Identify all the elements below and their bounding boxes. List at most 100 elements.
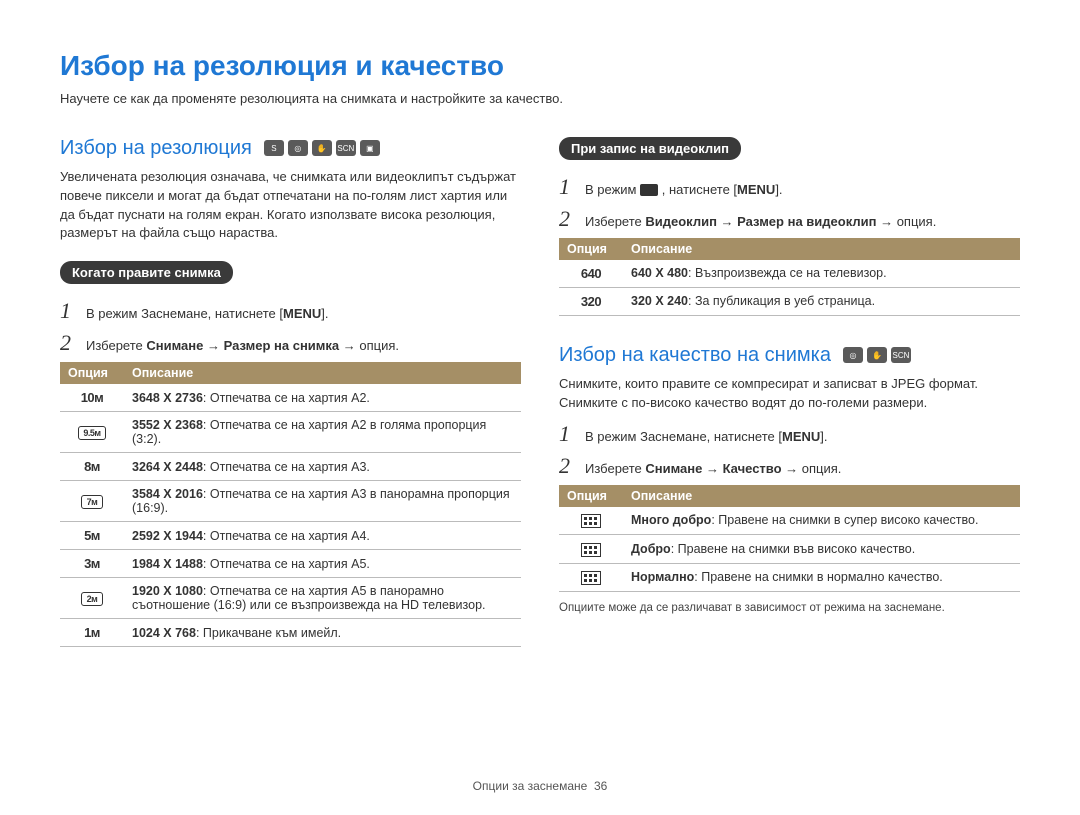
step-number: 2 xyxy=(60,330,76,356)
video-step-1: 1 В режим , натиснете [MENU]. xyxy=(559,174,1020,200)
step-body: В режим Заснемане, натиснете [MENU]. xyxy=(585,427,828,447)
section-quality-heading: Избор на качество на снимка ◎ ✋ SCN xyxy=(559,344,1020,367)
step-body: В режим , натиснете [MENU]. xyxy=(585,180,783,200)
table-row: 7ᴍ3584 X 2016: Отпечатва се на хартия A3… xyxy=(60,481,521,522)
text: , натиснете [ xyxy=(658,182,737,197)
th-option: Опция xyxy=(559,485,623,507)
menu-button-label: MENU xyxy=(782,429,820,444)
option-cell xyxy=(559,507,623,535)
quality-icon xyxy=(581,571,601,585)
description-cell: 320 X 240: За публикация в уеб страница. xyxy=(623,287,1020,315)
step-number: 2 xyxy=(559,453,575,479)
text: опция. xyxy=(802,461,842,476)
video-mode-label: При запис на видеоклип xyxy=(559,137,741,160)
option-cell: 640 xyxy=(559,260,623,288)
mode-icon-dual: ✋ xyxy=(867,347,887,363)
bold-path: Снимане → Качество → xyxy=(645,461,801,476)
step-body: В режим Заснемане, натиснете [MENU]. xyxy=(86,304,329,324)
section-quality-title: Избор на качество на снимка xyxy=(559,344,831,367)
description-cell: 2592 X 1944: Отпечатва се на хартия A4. xyxy=(124,522,521,550)
table-row: 10ᴍ3648 X 2736: Отпечатва се на хартия А… xyxy=(60,384,521,412)
option-cell xyxy=(559,535,623,564)
page-subtitle: Научете се как да променяте резолюцията … xyxy=(60,90,1020,109)
text: ]. xyxy=(820,429,827,444)
quality-table: Опция Описание Много добро: Правене на с… xyxy=(559,485,1020,593)
step-number: 2 xyxy=(559,206,575,232)
mode-icon-scene: SCN xyxy=(891,347,911,363)
table-row: Нормално: Правене на снимки в нормално к… xyxy=(559,563,1020,592)
movie-mode-icon xyxy=(640,184,658,196)
option-cell: 8ᴍ xyxy=(60,453,124,481)
th-option: Опция xyxy=(559,238,623,260)
table-row: Добро: Правене на снимки във високо каче… xyxy=(559,535,1020,564)
step-number: 1 xyxy=(60,298,76,324)
table-row: 9.5ᴍ3552 X 2368: Отпечатва се на хартия … xyxy=(60,412,521,453)
bold-path: Снимане → Размер на снимка → xyxy=(146,338,359,353)
step-number: 1 xyxy=(559,421,575,447)
table-row: 640640 X 480: Възпроизвежда се на телеви… xyxy=(559,260,1020,288)
text: В режим Заснемане, натиснете [ xyxy=(86,306,283,321)
quality-intro: Снимките, които правите се компресират и… xyxy=(559,375,1020,413)
th-option: Опция xyxy=(60,362,124,384)
text: ]. xyxy=(775,182,782,197)
option-cell: 10ᴍ xyxy=(60,384,124,412)
table-row: 8ᴍ3264 X 2448: Отпечатва се на хартия A3… xyxy=(60,453,521,481)
text: опция. xyxy=(359,338,399,353)
table-row: Много добро: Правене на снимки в супер в… xyxy=(559,507,1020,535)
description-cell: 1024 X 768: Прикачване към имейл. xyxy=(124,619,521,647)
text: Изберете xyxy=(585,214,645,229)
option-cell: 320 xyxy=(559,287,623,315)
option-cell xyxy=(559,563,623,592)
description-cell: 3264 X 2448: Отпечатва се на хартия A3. xyxy=(124,453,521,481)
text: ]. xyxy=(321,306,328,321)
right-column: При запис на видеоклип 1 В режим , натис… xyxy=(559,137,1020,647)
description-cell: 3584 X 2016: Отпечатва се на хартия A3 в… xyxy=(124,481,521,522)
th-description: Описание xyxy=(124,362,521,384)
quality-step-1: 1 В режим Заснемане, натиснете [MENU]. xyxy=(559,421,1020,447)
left-column: Избор на резолюция S ◎ ✋ SCN ▣ Увеличена… xyxy=(60,137,521,647)
mode-icon-scene: SCN xyxy=(336,140,356,156)
option-cell: 9.5ᴍ xyxy=(60,412,124,453)
description-cell: 3648 X 2736: Отпечатва се на хартия А2. xyxy=(124,384,521,412)
table-row: 5ᴍ2592 X 1944: Отпечатва се на хартия A4… xyxy=(60,522,521,550)
content-columns: Избор на резолюция S ◎ ✋ SCN ▣ Увеличена… xyxy=(60,137,1020,647)
text: Изберете xyxy=(86,338,146,353)
description-cell: 1920 X 1080: Отпечатва се на хартия A5 в… xyxy=(124,578,521,619)
text: В режим Заснемане, натиснете [ xyxy=(585,429,782,444)
page-title: Избор на резолюция и качество xyxy=(60,50,1020,82)
description-cell: Добро: Правене на снимки във високо каче… xyxy=(623,535,1020,564)
photo-resolution-table: Опция Описание 10ᴍ3648 X 2736: Отпечатва… xyxy=(60,362,521,647)
photo-step-2: 2 Изберете Снимане → Размер на снимка → … xyxy=(60,330,521,356)
mode-icons-group: S ◎ ✋ SCN ▣ xyxy=(264,140,380,156)
option-cell: 2ᴍ xyxy=(60,578,124,619)
table-row: 320320 X 240: За публикация в уеб страни… xyxy=(559,287,1020,315)
quality-icon xyxy=(581,514,601,528)
video-resolution-table: Опция Описание 640640 X 480: Възпроизвеж… xyxy=(559,238,1020,316)
page-footer: Опции за заснемане 36 xyxy=(0,779,1080,793)
description-cell: 3552 X 2368: Отпечатва се на хартия A2 в… xyxy=(124,412,521,453)
mode-icon-smart: S xyxy=(264,140,284,156)
option-cell: 5ᴍ xyxy=(60,522,124,550)
photo-mode-label: Когато правите снимка xyxy=(60,261,233,284)
mode-icon-program: ◎ xyxy=(288,140,308,156)
text: Изберете xyxy=(585,461,645,476)
description-cell: 640 X 480: Възпроизвежда се на телевизор… xyxy=(623,260,1020,288)
th-description: Описание xyxy=(623,485,1020,507)
section-resolution-heading: Избор на резолюция S ◎ ✋ SCN ▣ xyxy=(60,137,521,160)
text: опция. xyxy=(897,214,937,229)
photo-step-1: 1 В режим Заснемане, натиснете [MENU]. xyxy=(60,298,521,324)
description-cell: 1984 X 1488: Отпечатва се на хартия A5. xyxy=(124,550,521,578)
table-row: 2ᴍ1920 X 1080: Отпечатва се на хартия A5… xyxy=(60,578,521,619)
resolution-intro: Увеличената резолюция означава, че снимк… xyxy=(60,168,521,243)
video-step-2: 2 Изберете Видеоклип → Размер на видеокл… xyxy=(559,206,1020,232)
footer-page-number: 36 xyxy=(594,779,607,793)
option-cell: 3ᴍ xyxy=(60,550,124,578)
step-body: Изберете Снимане → Размер на снимка → оп… xyxy=(86,336,399,356)
text: В режим xyxy=(585,182,640,197)
mode-icons-group: ◎ ✋ SCN xyxy=(843,347,911,363)
table-row: 1ᴍ1024 X 768: Прикачване към имейл. xyxy=(60,619,521,647)
step-body: Изберете Снимане → Качество → опция. xyxy=(585,459,841,479)
mode-icon-dual: ✋ xyxy=(312,140,332,156)
menu-button-label: MENU xyxy=(737,182,775,197)
bold-path: Видеоклип → Размер на видеоклип → xyxy=(645,214,896,229)
